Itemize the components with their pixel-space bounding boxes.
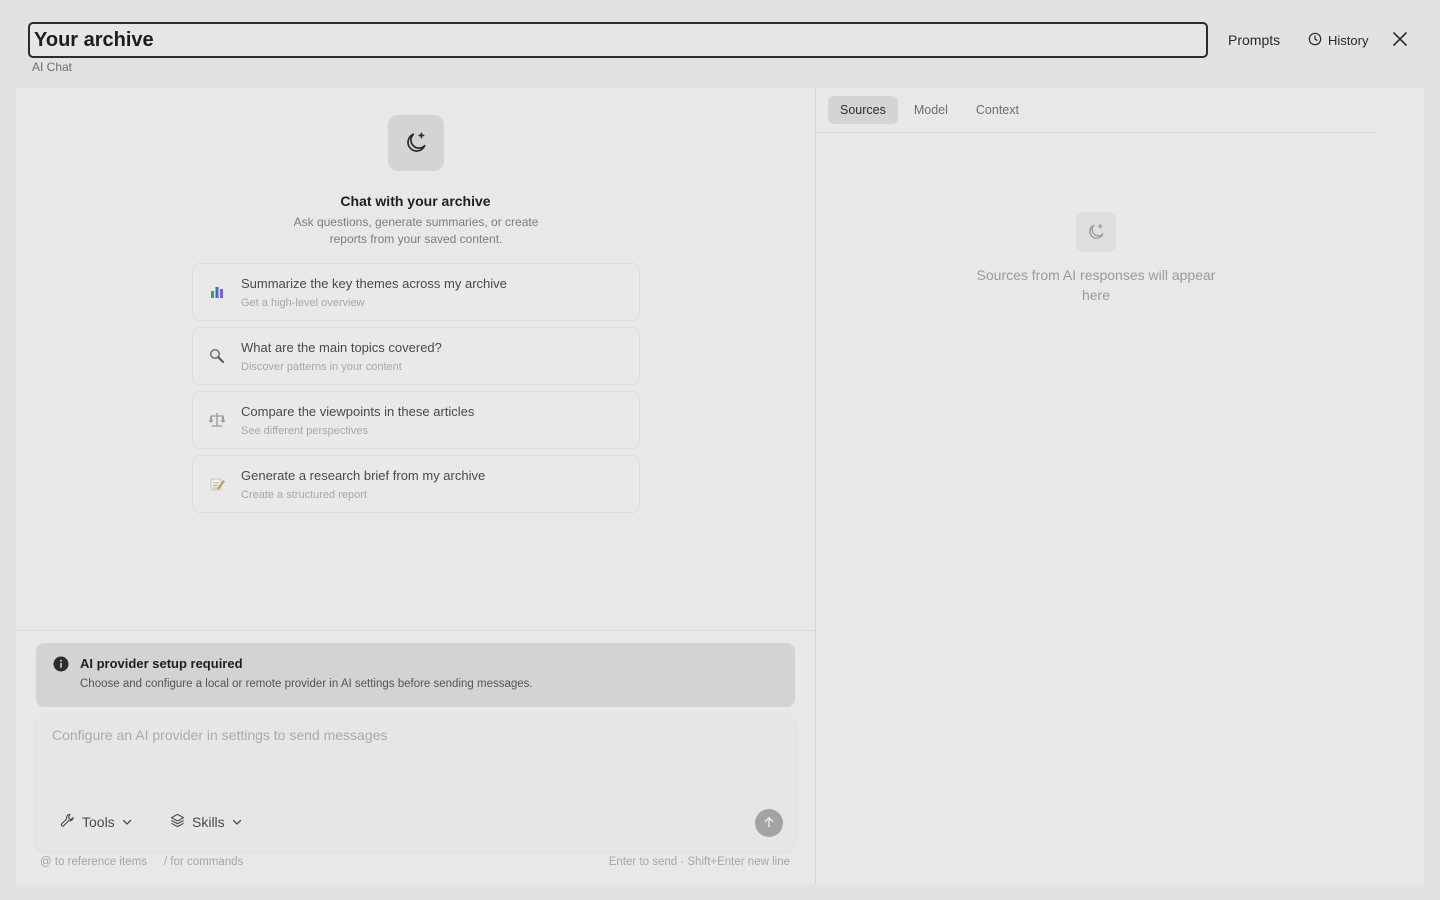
prompts-button[interactable]: Prompts — [1228, 28, 1280, 52]
suggestion-topics[interactable]: What are the main topics covered? Discov… — [192, 327, 640, 385]
tab-model[interactable]: Model — [902, 96, 960, 124]
close-button[interactable] — [1388, 28, 1412, 52]
reference-hint: @ to reference items — [40, 856, 147, 868]
bar-chart-icon — [209, 284, 225, 300]
chat-pane: Chat with your archive Ask questions, ge… — [16, 88, 815, 884]
history-label: History — [1328, 32, 1369, 48]
side-tabs: Sources Model Context — [828, 96, 1031, 124]
skills-label: Skills — [192, 814, 225, 830]
layers-icon — [170, 813, 185, 831]
tabs-divider — [816, 132, 1376, 133]
moon-sparkle-icon — [1076, 212, 1116, 252]
suggestion-subtitle: Discover patterns in your content — [241, 361, 402, 373]
magnifier-icon — [209, 348, 225, 364]
clock-icon — [1308, 32, 1322, 49]
sources-pane: Sources Model Context Sources from AI re… — [816, 88, 1424, 884]
suggestion-title: Summarize the key themes across my archi… — [241, 276, 507, 291]
empty-state-description: Ask questions, generate summaries, or cr… — [293, 215, 539, 246]
moon-sparkle-icon — [388, 115, 444, 171]
chat-panel: Chat with your archive Ask questions, ge… — [16, 88, 1424, 884]
suggestion-brief[interactable]: Generate a research brief from my archiv… — [192, 455, 640, 513]
tab-context[interactable]: Context — [964, 96, 1031, 124]
skills-dropdown[interactable]: Skills — [170, 811, 242, 833]
suggestion-title: What are the main topics covered? — [241, 340, 442, 355]
history-button[interactable]: History — [1308, 28, 1368, 52]
suggestion-subtitle: Get a high-level overview — [241, 297, 365, 309]
send-hint: Enter to send · Shift+Enter new line — [608, 856, 790, 868]
chevron-down-icon — [232, 814, 242, 830]
memo-icon — [209, 476, 225, 492]
empty-state-title: Chat with your archive — [340, 193, 491, 209]
tab-sources[interactable]: Sources — [828, 96, 898, 124]
send-button[interactable] — [755, 809, 783, 837]
sources-empty-text: Sources from AI responses will appear he… — [976, 267, 1216, 303]
wrench-icon — [60, 813, 75, 831]
suggestion-list: Summarize the key themes across my archi… — [192, 263, 640, 519]
notice-title: AI provider setup required — [80, 656, 243, 671]
prompts-label: Prompts — [1228, 32, 1281, 48]
tools-dropdown[interactable]: Tools — [60, 811, 132, 833]
suggestion-title: Compare the viewpoints in these articles — [241, 404, 475, 419]
suggestion-summarize[interactable]: Summarize the key themes across my archi… — [192, 263, 640, 321]
suggestion-title: Generate a research brief from my archiv… — [241, 468, 486, 483]
provider-setup-notice: AI provider setup required Choose and co… — [36, 643, 795, 707]
suggestion-compare[interactable]: Compare the viewpoints in these articles… — [192, 391, 640, 449]
message-composer: Tools Skills — [36, 715, 795, 851]
tools-label: Tools — [82, 814, 115, 830]
chevron-down-icon — [122, 814, 132, 830]
window-subtitle: AI Chat — [32, 60, 73, 74]
archive-title-input[interactable] — [28, 22, 1208, 58]
message-input[interactable] — [48, 723, 783, 793]
suggestion-subtitle: See different perspectives — [241, 425, 368, 437]
commands-hint: / for commands — [164, 856, 244, 868]
composer-divider — [16, 630, 815, 631]
notice-description: Choose and configure a local or remote p… — [80, 678, 533, 690]
ai-chat-window: AI Chat Prompts History Chat with your a… — [0, 0, 1440, 900]
suggestion-subtitle: Create a structured report — [241, 489, 367, 501]
balance-scale-icon — [209, 412, 225, 428]
info-icon — [53, 656, 69, 677]
arrow-up-icon — [763, 816, 775, 831]
close-icon — [1393, 31, 1407, 49]
